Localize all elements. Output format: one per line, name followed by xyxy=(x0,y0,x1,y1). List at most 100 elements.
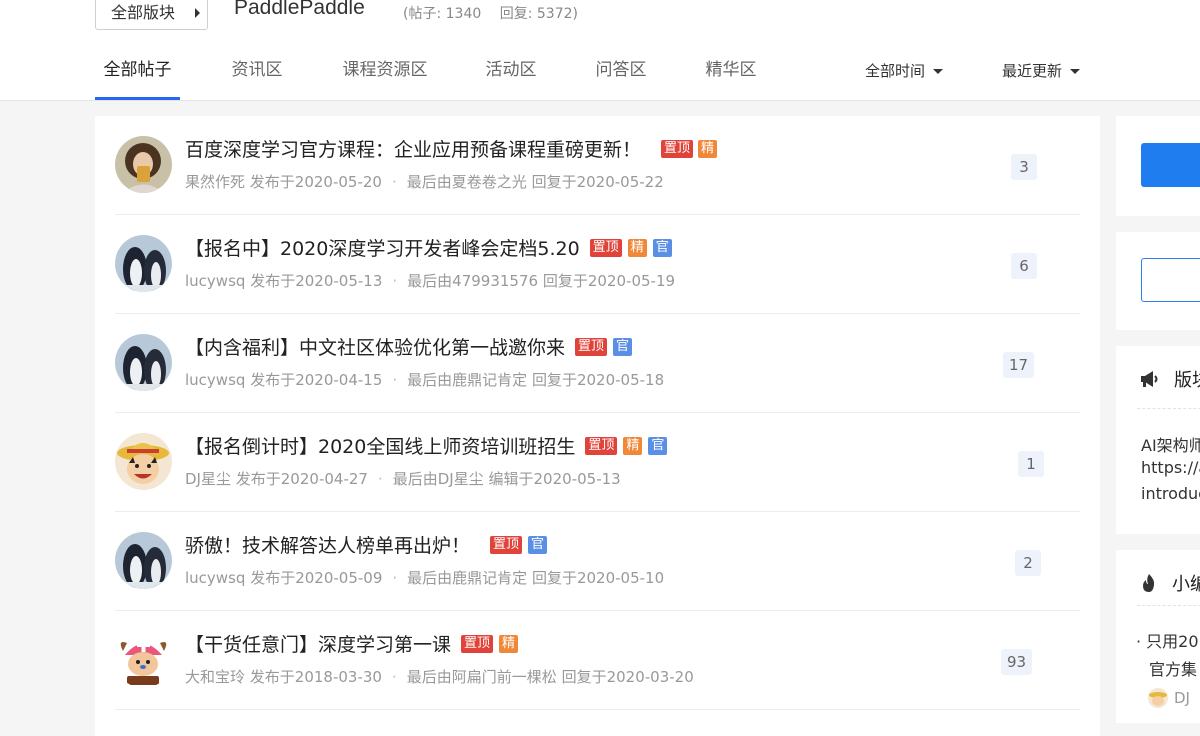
tab-course-resources[interactable]: 课程资源区 xyxy=(335,44,435,100)
notice-header: 版块 xyxy=(1140,366,1200,392)
user-avatar[interactable] xyxy=(115,334,172,391)
post-meta: lucywsq 发布于2020-05-09 · 最后由鹿鼎记肯定 回复于2020-0… xyxy=(185,567,664,588)
megaphone-icon xyxy=(1141,371,1158,387)
forum-title: PaddlePaddle xyxy=(234,0,365,19)
posted-date: 发布于2020-05-13 xyxy=(250,272,383,290)
post-row: 【报名中】2020深度学习开发者峰会定档5.20 置顶 精 官 lucywsq … xyxy=(115,215,1080,314)
posted-date: 发布于2020-05-20 xyxy=(249,173,382,191)
posts-count: (帖子: 1340 xyxy=(403,6,482,22)
secondary-action-button[interactable] xyxy=(1141,258,1200,302)
last-action: 编辑于2020-05-13 xyxy=(488,470,621,488)
post-row: 【干货任意门】深度学习第一课 置顶 精 大和宝玲 发布于2018-03-30 · 最… xyxy=(115,611,1080,710)
pinned-badge: 置顶 xyxy=(585,436,618,455)
notice-link-line[interactable]: https://a xyxy=(1141,458,1200,477)
hot-post-link[interactable]: · 只用20 xyxy=(1136,628,1199,652)
post-title[interactable]: 骄傲！技术解答达人榜单再出炉！ 置顶 官 xyxy=(185,531,548,558)
post-title[interactable]: 【报名倒计时】2020全国线上师资培训班招生 置顶 精 官 xyxy=(185,432,668,459)
last-action: 回复于2020-05-18 xyxy=(531,371,665,389)
separator-dot: · xyxy=(392,569,398,587)
last-user-name[interactable]: 阿扁门前一棵松 xyxy=(452,668,557,686)
replies-count: 回复: 5372) xyxy=(499,6,578,22)
post-row: 骄傲！技术解答达人榜单再出炉！ 置顶 官 lucywsq 发布于2020-05-… xyxy=(115,512,1080,611)
tab-news[interactable]: 资讯区 xyxy=(217,44,297,100)
author-name[interactable]: lucywsq xyxy=(185,371,245,389)
primary-action-button[interactable] xyxy=(1141,143,1200,187)
luffy-avatar-icon xyxy=(1148,688,1168,708)
user-avatar[interactable] xyxy=(115,631,172,688)
author-name[interactable]: 果然作死 xyxy=(185,173,245,191)
last-prefix: 最后由 xyxy=(407,272,453,290)
author-name[interactable]: lucywsq xyxy=(185,569,245,587)
sort-filter-dropdown[interactable]: 最近更新 xyxy=(1002,60,1081,81)
user-avatar[interactable] xyxy=(115,136,172,193)
user-avatar[interactable] xyxy=(115,532,172,589)
last-prefix: 最后由 xyxy=(392,470,438,488)
reply-count-badge: 2 xyxy=(1015,550,1041,576)
hot-title: 小编 xyxy=(1172,574,1200,595)
posted-date: 发布于2020-04-15 xyxy=(250,371,383,389)
last-user-name[interactable]: 鹿鼎记肯定 xyxy=(452,371,527,389)
last-user-name[interactable]: DJ星尘 xyxy=(438,470,484,488)
author-name[interactable]: 大和宝玲 xyxy=(185,668,245,686)
post-meta: lucywsq 发布于2020-04-15 · 最后由鹿鼎记肯定 回复于2020-0… xyxy=(185,369,664,390)
pinned-badge: 置顶 xyxy=(575,337,608,356)
forum-header: 全部版块 PaddlePaddle (帖子: 1340 回复: 5372) 全部… xyxy=(0,0,1200,101)
post-title[interactable]: 【内含福利】中文社区体验优化第一战邀你来 置顶 官 xyxy=(185,333,633,360)
time-filter-label: 全部时间 xyxy=(865,62,926,80)
official-badge: 官 xyxy=(652,238,672,257)
hot-divider xyxy=(1137,605,1200,606)
post-meta: lucywsq 发布于2020-05-13 · 最后由479931576 回复于20… xyxy=(185,270,675,291)
penguin-avatar-icon xyxy=(115,532,172,589)
caret-down-icon xyxy=(933,69,944,74)
essence-badge: 精 xyxy=(627,238,647,257)
last-action: 回复于2020-05-10 xyxy=(531,569,665,587)
post-row: 百度深度学习官方课程：企业应用预备课程重磅更新！ 置顶 精 果然作死 发布于20… xyxy=(115,116,1080,215)
time-filter-dropdown[interactable]: 全部时间 xyxy=(865,60,944,81)
tab-events[interactable]: 活动区 xyxy=(481,44,541,100)
sidebar-action-card xyxy=(1116,116,1200,216)
luffy-avatar-icon xyxy=(115,433,172,490)
separator-dot: · xyxy=(391,668,397,686)
last-user-name[interactable]: 夏卷卷之光 xyxy=(452,173,527,191)
tab-qa[interactable]: 问答区 xyxy=(591,44,651,100)
pinned-badge: 置顶 xyxy=(490,535,523,554)
pinned-badge: 置顶 xyxy=(589,238,622,257)
user-avatar[interactable] xyxy=(115,235,172,292)
hot-post-link-cont[interactable]: 官方集 xyxy=(1149,656,1197,680)
post-title[interactable]: 百度深度学习官方课程：企业应用预备课程重磅更新！ 置顶 精 xyxy=(185,135,718,162)
last-action: 回复于2020-05-22 xyxy=(531,173,664,191)
author-name[interactable]: lucywsq xyxy=(185,272,245,290)
notice-divider xyxy=(1137,408,1200,409)
separator-dot: · xyxy=(392,371,398,389)
post-title[interactable]: 【报名中】2020深度学习开发者峰会定档5.20 置顶 精 官 xyxy=(185,234,672,261)
board-select-dropdown[interactable]: 全部版块 xyxy=(95,0,208,30)
tab-all-posts[interactable]: 全部帖子 xyxy=(95,44,180,100)
last-action: 回复于2020-05-19 xyxy=(542,272,676,290)
hot-header: 小编 xyxy=(1140,570,1200,596)
user-avatar[interactable] xyxy=(115,433,172,490)
separator-dot: · xyxy=(392,272,398,290)
post-title-text: 百度深度学习官方课程：企业应用预备课程重磅更新！ xyxy=(185,139,642,161)
separator-dot: · xyxy=(377,470,383,488)
posted-date: 发布于2020-04-27 xyxy=(235,470,368,488)
posted-date: 发布于2020-05-09 xyxy=(250,569,383,587)
reply-count-badge: 6 xyxy=(1011,253,1037,279)
caret-right-icon xyxy=(195,8,200,18)
notice-text-line: AI架构师 xyxy=(1141,436,1200,455)
tab-essence[interactable]: 精华区 xyxy=(701,44,761,100)
forum-stats: (帖子: 1340 回复: 5372) xyxy=(403,3,592,23)
post-title-text: 【内含福利】中文社区体验优化第一战邀你来 xyxy=(185,337,566,359)
last-user-name[interactable]: 479931576 xyxy=(452,272,538,290)
reply-count-badge: 17 xyxy=(1003,352,1035,378)
pinned-badge: 置顶 xyxy=(661,139,694,158)
official-badge: 官 xyxy=(613,337,633,356)
last-user-name[interactable]: 鹿鼎记肯定 xyxy=(452,569,527,587)
official-badge: 官 xyxy=(648,436,668,455)
post-meta: DJ星尘 发布于2020-04-27 · 最后由DJ星尘 编辑于2020-05-13 xyxy=(185,468,621,489)
essence-badge: 精 xyxy=(499,634,519,653)
mini-avatar[interactable] xyxy=(1148,688,1168,708)
hot-author-name[interactable]: DJ xyxy=(1174,689,1190,707)
last-prefix: 最后由 xyxy=(407,371,453,389)
post-title[interactable]: 【干货任意门】深度学习第一课 置顶 精 xyxy=(185,630,519,657)
author-name[interactable]: DJ星尘 xyxy=(185,470,231,488)
